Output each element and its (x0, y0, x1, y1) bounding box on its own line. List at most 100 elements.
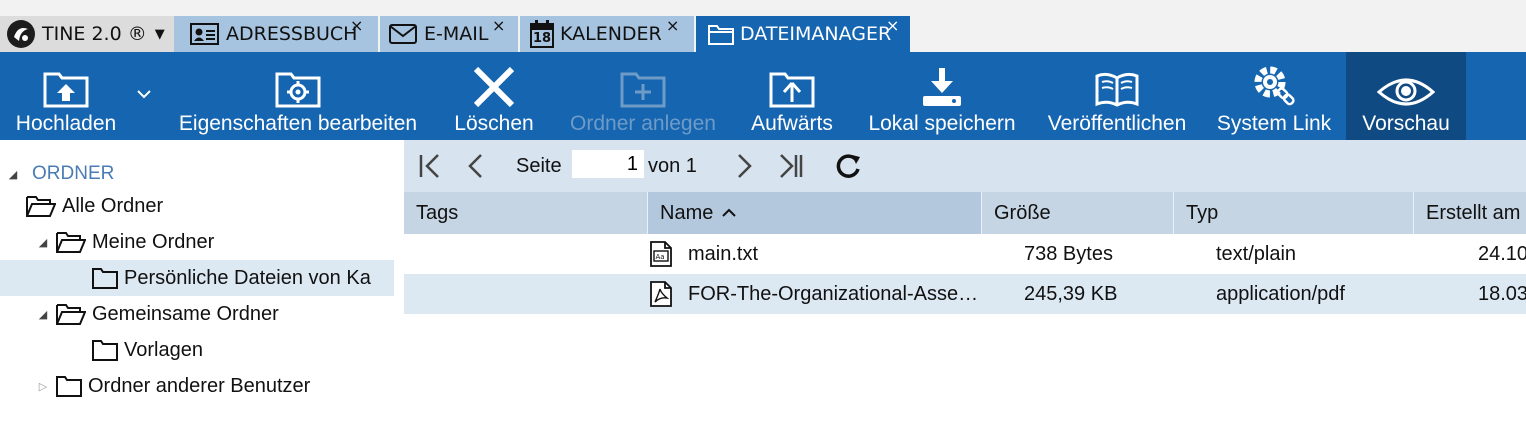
tree-item-meine-ordner[interactable]: ◢ Meine Ordner (36, 224, 214, 260)
column-header-label: Name (660, 201, 714, 224)
column-header-erstellt-am[interactable]: Erstellt am (1414, 192, 1526, 234)
cell-created: 18.03 (1478, 282, 1526, 305)
tree-expanded-icon[interactable]: ◢ (6, 168, 20, 181)
sort-ascending-icon (721, 208, 737, 218)
tab-label: DATEIMANAGER (740, 23, 892, 45)
download-icon (920, 52, 964, 110)
delete-label: Löschen (454, 112, 534, 135)
folder-settings-icon (275, 52, 321, 110)
calendar-day: 18 (533, 31, 552, 46)
system-link-button[interactable]: System Link (1208, 52, 1340, 140)
column-header-name[interactable]: Name (648, 192, 982, 234)
text-file-icon: Aa (650, 234, 672, 274)
page-number-input[interactable] (572, 150, 644, 178)
column-header-groesse[interactable]: Größe (982, 192, 1174, 234)
tab-label: ADRESSBUCH (226, 23, 358, 45)
column-header-tags[interactable]: Tags (404, 192, 648, 234)
pdf-file-icon (650, 274, 672, 314)
tab-adressbuch[interactable]: ADRESSBUCH × (174, 16, 378, 52)
create-folder-label: Ordner anlegen (570, 112, 716, 135)
page-count-label: von 1 (648, 154, 697, 177)
tree-item-persoenliche-dateien[interactable]: Persönliche Dateien von Ka (0, 260, 394, 296)
cell-size: 245,39 KB (1024, 282, 1118, 305)
tree-item-vorlagen[interactable]: Vorlagen (92, 332, 203, 368)
book-icon (1094, 52, 1140, 110)
tree-collapsed-icon[interactable]: ▷ (36, 380, 50, 393)
close-icon[interactable]: × (666, 18, 679, 34)
tree-item-label: Alle Ordner (62, 194, 164, 217)
previous-page-icon[interactable] (466, 150, 486, 182)
tab-email[interactable]: E-MAIL × (380, 16, 518, 52)
cell-type: text/plain (1216, 242, 1297, 265)
folder-up-icon (769, 52, 815, 110)
grid-header: Tags Name Größe Typ Erstellt am (404, 192, 1526, 234)
column-header-label: Typ (1186, 201, 1219, 224)
folder-up-label: Aufwärts (751, 112, 833, 135)
upload-button[interactable]: Hochladen (4, 52, 128, 140)
tine-logo-icon (6, 19, 36, 49)
cell-created: 24.10 (1478, 242, 1526, 265)
folder-up-button[interactable]: Aufwärts (742, 52, 842, 140)
tab-label: E-MAIL (424, 23, 489, 45)
tab-label: TINE 2.0 ® (42, 23, 147, 45)
cell-type: application/pdf (1216, 282, 1345, 305)
app-tab-bar: TINE 2.0 ® ▼ ADRESSBUCH × E-MAIL × 18 KA… (0, 0, 1526, 52)
save-locally-button[interactable]: Lokal speichern (860, 52, 1024, 140)
action-toolbar: Hochladen Eigenschaften bearbeiten Lösch… (0, 52, 1526, 140)
tree-expanded-icon[interactable]: ◢ (36, 236, 50, 249)
table-row[interactable]: FOR-The-Organizational-Asse… 245,39 KB a… (404, 274, 1526, 314)
last-page-icon[interactable] (776, 150, 804, 182)
tab-kalender[interactable]: 18 KALENDER × (520, 16, 694, 52)
tab-tine-menu[interactable]: TINE 2.0 ® ▼ (0, 16, 174, 52)
page-label: Seite (516, 154, 562, 177)
folder-icon (92, 267, 118, 289)
svg-text:Aa: Aa (656, 253, 665, 261)
cell-name: main.txt (688, 242, 759, 265)
tab-label: KALENDER (560, 23, 662, 45)
mail-icon (388, 23, 418, 45)
file-grid: Seite von 1 Tags Name Größe Typ Ers (404, 140, 1526, 430)
tree-item-ordner-anderer-benutzer[interactable]: ▷ Ordner anderer Benutzer (36, 368, 310, 404)
delete-button[interactable]: Löschen (444, 52, 544, 140)
delete-x-icon (472, 52, 516, 110)
edit-properties-button[interactable]: Eigenschaften bearbeiten (170, 52, 426, 140)
folder-tree: ◢ ORDNER Alle Ordner ◢ Meine Ordner Pers… (0, 140, 404, 430)
table-row[interactable]: Aa main.txt 738 Bytes text/plain 24.10 (404, 234, 1526, 274)
folder-icon (56, 375, 82, 397)
tab-dateimanager[interactable]: DATEIMANAGER × (696, 16, 910, 52)
first-page-icon[interactable] (418, 150, 446, 182)
next-page-icon[interactable] (734, 150, 754, 182)
close-icon[interactable]: × (886, 18, 899, 34)
folder-open-icon (26, 195, 56, 217)
tree-item-gemeinsame-ordner[interactable]: ◢ Gemeinsame Ordner (36, 296, 279, 332)
edit-properties-label: Eigenschaften bearbeiten (178, 112, 418, 135)
preview-button[interactable]: Vorschau (1346, 52, 1466, 140)
column-header-label: Tags (416, 201, 459, 224)
column-header-typ[interactable]: Typ (1174, 192, 1414, 234)
folder-open-icon (56, 231, 86, 253)
new-folder-icon (620, 52, 666, 110)
tree-item-label: Persönliche Dateien von Ka (124, 266, 371, 289)
save-locally-label: Lokal speichern (868, 112, 1016, 135)
tree-item-label: Ordner anderer Benutzer (88, 374, 311, 397)
folder-icon (708, 23, 734, 45)
tree-item-alle-ordner[interactable]: Alle Ordner (26, 188, 163, 224)
paging-toolbar: Seite von 1 (404, 140, 1526, 192)
system-link-label: System Link (1216, 112, 1332, 135)
upload-dropdown-chevron-icon[interactable] (136, 86, 152, 104)
tree-root-ordner[interactable]: ◢ ORDNER (6, 156, 115, 192)
publish-button[interactable]: Veröffentlichen (1040, 52, 1194, 140)
eye-icon (1377, 52, 1435, 110)
close-icon[interactable]: × (492, 18, 505, 34)
cell-size: 738 Bytes (1024, 242, 1113, 265)
column-header-label: Größe (994, 201, 1051, 224)
folder-icon (92, 339, 118, 361)
upload-icon (43, 52, 89, 110)
upload-label: Hochladen (15, 112, 117, 135)
refresh-icon[interactable] (836, 150, 862, 182)
close-icon[interactable]: × (350, 18, 363, 34)
create-folder-button[interactable]: Ordner anlegen (560, 52, 726, 140)
chevron-down-icon[interactable]: ▼ (155, 27, 165, 42)
tree-expanded-icon[interactable]: ◢ (36, 308, 50, 321)
tree-root-label: ORDNER (32, 163, 115, 184)
